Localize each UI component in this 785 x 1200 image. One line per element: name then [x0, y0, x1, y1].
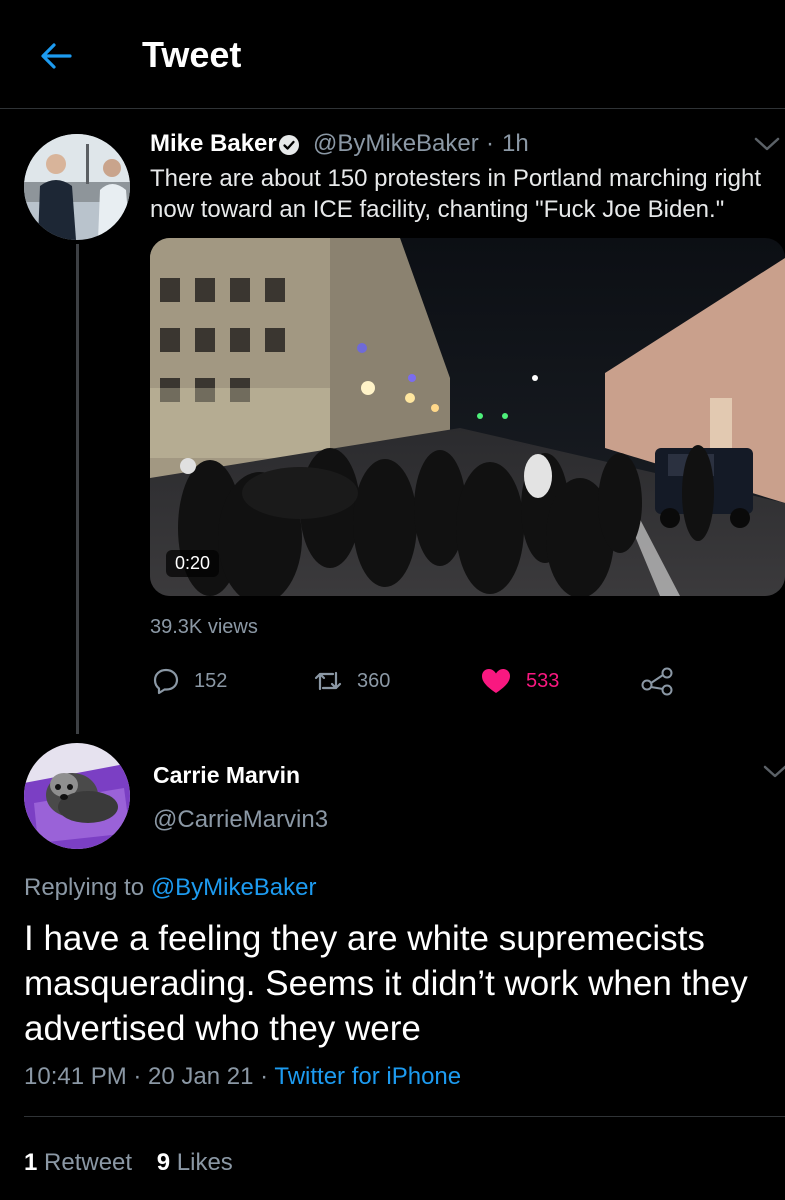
reply-author-name[interactable]: Carrie Marvin	[153, 762, 300, 789]
view-count: 39.3K views	[150, 616, 258, 638]
reply-text: I have a feeling they are white supremec…	[24, 919, 748, 1048]
page-title: Tweet	[142, 34, 242, 75]
retweets-stat[interactable]: 1 Retweet	[24, 1149, 132, 1176]
like-button[interactable]: 533	[480, 666, 559, 696]
top-bar	[0, 0, 785, 109]
replying-prefix: Replying to	[24, 874, 145, 901]
tweet-text: There are about 150 protesters in Portla…	[150, 165, 762, 223]
reply-button[interactable]: 152	[152, 666, 227, 696]
reply-timestamp: 10:41 PM · 20 Jan 21 ·	[24, 1063, 269, 1090]
thread-line	[76, 244, 79, 734]
retweets-count: 1	[24, 1149, 38, 1176]
divider	[24, 1116, 785, 1117]
reply-icon	[153, 668, 179, 695]
reply-author-handle[interactable]: @CarrieMarvin3	[153, 806, 328, 834]
share-button[interactable]	[640, 666, 676, 696]
likes-label: Likes	[176, 1149, 233, 1176]
likes-count: 9	[156, 1149, 171, 1176]
video-player[interactable]	[150, 238, 785, 596]
reply-meta: 10:41 PM · 20 Jan 21 · Twitter for iPhon…	[24, 1063, 461, 1091]
likes-stat[interactable]: 9 Likes	[157, 1149, 233, 1176]
reply-source-link[interactable]: Twitter for iPhone	[274, 1063, 461, 1090]
retweet-icon	[314, 671, 342, 691]
retweet-count: 360	[357, 669, 391, 692]
tweet-time[interactable]: 1h	[502, 130, 529, 158]
retweets-label: Retweet	[44, 1149, 133, 1176]
chevron-down-icon[interactable]	[752, 134, 782, 154]
verified-badge-icon	[278, 134, 300, 156]
arrow-left-icon[interactable]	[36, 38, 76, 74]
reply-count: 152	[194, 669, 228, 692]
retweet-button[interactable]: 360	[313, 666, 390, 696]
chevron-down-icon[interactable]	[762, 762, 785, 782]
heart-icon	[482, 669, 510, 693]
share-icon	[641, 667, 673, 696]
replying-to-link[interactable]: @ByMikeBaker	[151, 874, 317, 901]
author-name[interactable]: Mike Baker	[150, 130, 277, 158]
avatar[interactable]	[24, 134, 130, 240]
reply-stats: 1 Retweet 9 Likes	[24, 1149, 251, 1177]
like-count: 533	[526, 669, 560, 692]
separator-dot: ·	[486, 130, 494, 157]
author-handle[interactable]: @ByMikeBaker	[313, 130, 479, 158]
replying-to: Replying to @ByMikeBaker	[24, 874, 317, 902]
video-duration: 0:20	[166, 550, 220, 577]
avatar[interactable]	[24, 743, 130, 849]
